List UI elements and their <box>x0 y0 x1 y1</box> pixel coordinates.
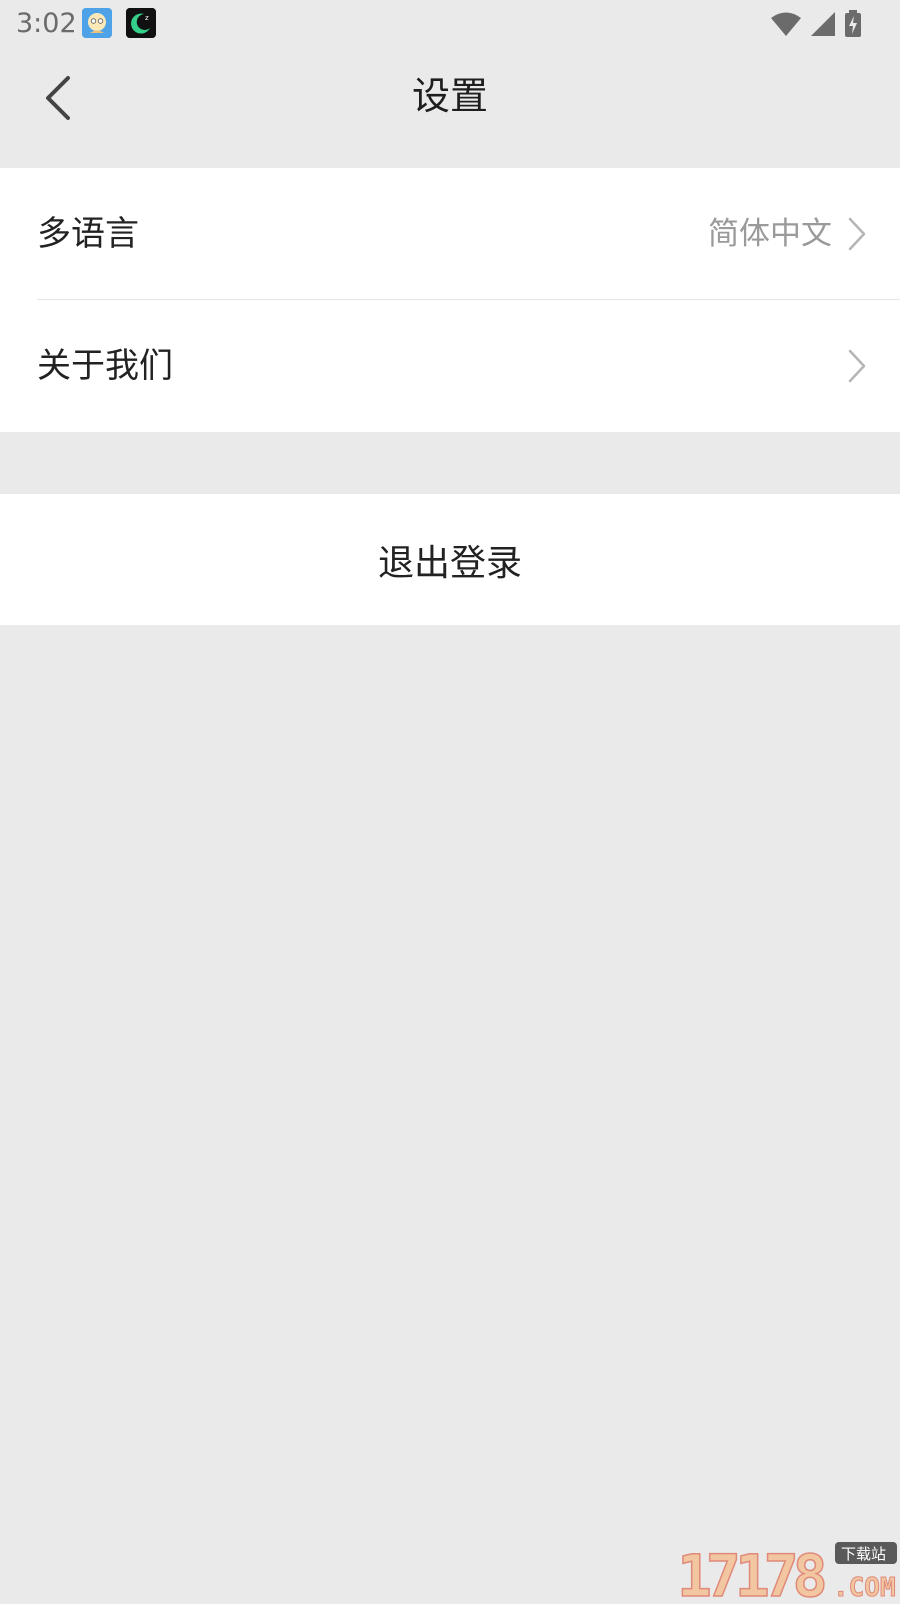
system-status-icons <box>770 10 862 42</box>
sleep-app-icon: z <box>126 8 156 38</box>
app-notification-icon <box>82 8 112 38</box>
svg-text:下载站: 下载站 <box>841 1545 886 1563</box>
settings-row-label: 关于我们 <box>37 346 173 386</box>
chevron-right-icon <box>848 217 866 251</box>
chevron-right-icon <box>848 349 866 383</box>
settings-row-value: 简体中文 <box>708 216 832 252</box>
svg-text:17178: 17178 <box>677 1542 825 1600</box>
settings-row-language[interactable]: 多语言 简体中文 <box>0 168 900 300</box>
svg-text:.COM: .COM <box>833 1573 896 1600</box>
logout-section: 退出登录 <box>0 494 900 625</box>
settings-row-about-us[interactable]: 关于我们 <box>0 300 900 432</box>
logout-button[interactable]: 退出登录 <box>0 494 900 625</box>
wifi-icon <box>770 11 802 41</box>
cellular-signal-icon <box>810 11 836 41</box>
battery-charging-icon <box>844 10 862 42</box>
status-time: 3:02 <box>16 8 77 39</box>
navigation-bar: 设置 <box>0 48 900 168</box>
status-bar: 3:02 z <box>0 0 900 48</box>
svg-text:z: z <box>145 14 149 22</box>
watermark-logo: 17178 下载站 .COM <box>675 1532 900 1604</box>
settings-row-label: 多语言 <box>37 214 139 254</box>
page-title: 设置 <box>411 74 488 118</box>
settings-list: 多语言 简体中文 关于我们 <box>0 168 900 432</box>
